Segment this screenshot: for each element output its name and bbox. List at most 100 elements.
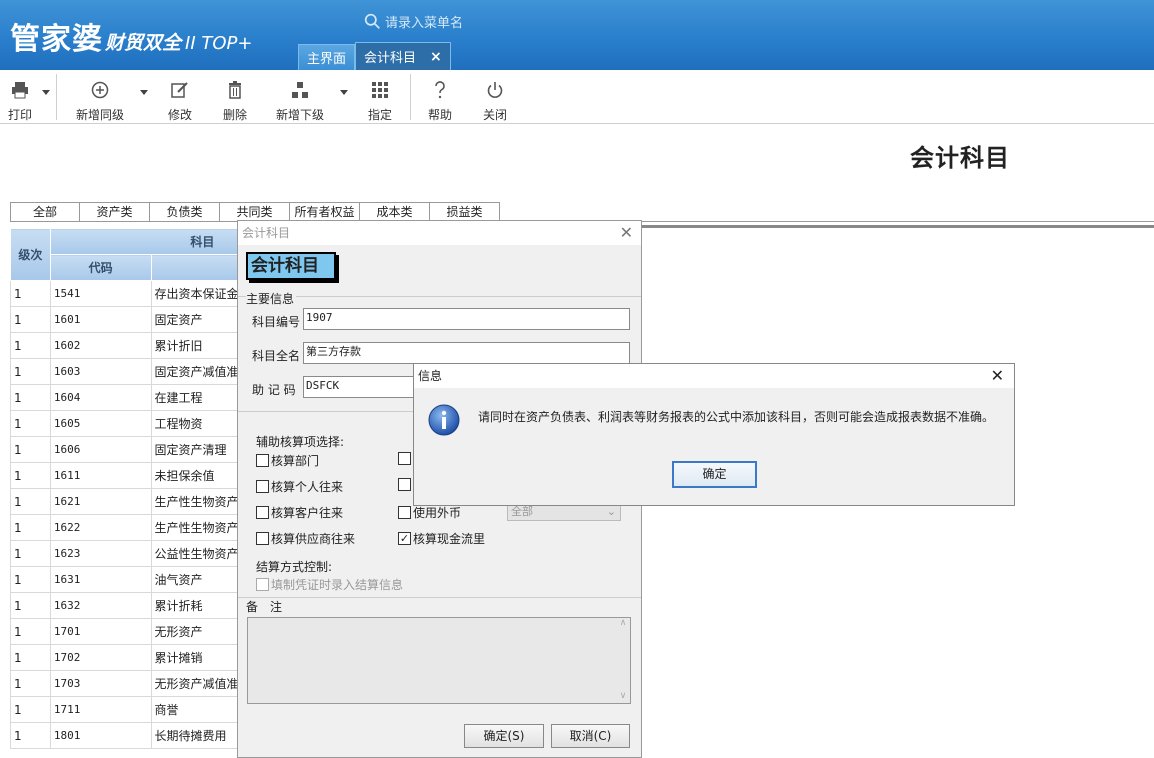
checkbox-box[interactable]: [398, 452, 411, 465]
print-dropdown-icon[interactable]: [42, 90, 50, 95]
checkbox-box[interactable]: [256, 454, 269, 467]
add-child-button[interactable]: 新增下级: [274, 78, 326, 123]
close-icon[interactable]: ✕: [620, 221, 633, 245]
dept-checkbox[interactable]: 核算部门: [256, 452, 319, 469]
message-ok-button[interactable]: 确定: [672, 461, 757, 488]
customer-checkbox[interactable]: 核算客户往来: [256, 504, 343, 521]
checkbox-box[interactable]: [256, 506, 269, 519]
cell-code: 1622: [49, 514, 152, 541]
tab-profit-loss[interactable]: 损益类: [430, 202, 500, 222]
cell-level: 1: [10, 644, 51, 671]
cell-level: 1: [10, 618, 51, 645]
cell-level: 1: [10, 436, 51, 463]
divider: [238, 296, 641, 297]
checkbox-box[interactable]: [256, 480, 269, 493]
cashflow-checkbox[interactable]: ✓ 核算现金流里: [398, 530, 485, 547]
hidden-checkbox[interactable]: [398, 478, 411, 491]
assign-label: 指定: [367, 108, 392, 122]
cell-level: 1: [10, 332, 51, 359]
cell-level: 1: [10, 410, 51, 437]
dept-checkbox-label: 核算部门: [271, 454, 320, 468]
memo-textarea[interactable]: ∧ ∨: [247, 617, 631, 704]
settlement-checkbox: 填制凭证时录入结算信息: [256, 576, 403, 593]
cell-code: 1711: [49, 696, 152, 723]
foreign-currency-checkbox[interactable]: 使用外币: [398, 504, 461, 521]
checkbox-box[interactable]: [398, 506, 411, 519]
delete-button[interactable]: 删除: [221, 78, 249, 123]
cashflow-checkbox-label: 核算现金流里: [413, 532, 486, 546]
currency-select-value: 全部: [511, 505, 533, 518]
toolbar-divider: [410, 74, 411, 120]
divider: [238, 597, 641, 598]
account-name-input[interactable]: 第三方存款: [303, 342, 630, 364]
tab-accounts[interactable]: 会计科目 ×: [355, 42, 451, 70]
checkbox-box[interactable]: [398, 478, 411, 491]
tab-cost[interactable]: 成本类: [360, 202, 430, 222]
trash-icon: [229, 81, 241, 99]
scrollbar[interactable]: ∧ ∨: [616, 618, 630, 703]
tab-equity[interactable]: 所有者权益: [290, 202, 360, 222]
dialog-titlebar: 会计科目 ✕: [238, 221, 641, 245]
dialog-banner: 会计科目: [246, 252, 336, 280]
edit-label: 修改: [167, 108, 192, 122]
message-text: 请同时在资产负债表、利润表等财务报表的公式中添加该科目，否则可能会造成报表数据不…: [478, 410, 995, 424]
tab-home[interactable]: 主界面: [298, 44, 356, 70]
cell-code: 1623: [49, 540, 152, 567]
page-title: 会计科目: [910, 143, 1010, 172]
supplier-checkbox-label: 核算供应商往来: [271, 532, 356, 546]
plus-circle-icon: [91, 81, 109, 99]
column-header-level[interactable]: 级次: [10, 228, 51, 281]
menu-search-placeholder: 请录入菜单名: [385, 16, 464, 31]
close-button[interactable]: 关闭: [481, 78, 509, 123]
checkbox-box[interactable]: [256, 532, 269, 545]
cell-code: 1541: [49, 280, 152, 307]
checkbox-box: [256, 578, 269, 591]
delete-label: 删除: [222, 108, 247, 122]
edit-button[interactable]: 修改: [166, 78, 194, 123]
scroll-down-icon[interactable]: ∨: [616, 691, 630, 701]
add-child-dropdown-icon[interactable]: [340, 90, 348, 95]
print-label: 打印: [7, 108, 32, 122]
dialog-cancel-button[interactable]: 取消(C): [551, 724, 630, 748]
column-header-code[interactable]: 代码: [49, 254, 152, 281]
cell-code: 1603: [49, 358, 152, 385]
cell-code: 1701: [49, 618, 152, 645]
cell-code: 1611: [49, 462, 152, 489]
question-icon: [435, 81, 445, 99]
account-code-input[interactable]: 1907: [303, 308, 630, 330]
add-same-level-button[interactable]: 新增同级: [74, 78, 126, 123]
logo-main-text: 管家婆: [10, 22, 103, 57]
cell-code: 1631: [49, 566, 152, 593]
cell-code: 1702: [49, 644, 152, 671]
tab-liabilities[interactable]: 负债类: [150, 202, 220, 222]
close-icon[interactable]: ×: [430, 49, 442, 65]
checkbox-box[interactable]: ✓: [398, 532, 411, 545]
settlement-checkbox-label: 填制凭证时录入结算信息: [271, 578, 404, 592]
tab-all[interactable]: 全部: [10, 202, 80, 222]
print-button[interactable]: 打印: [6, 78, 34, 123]
tab-common[interactable]: 共同类: [220, 202, 290, 222]
menu-search[interactable]: 请录入菜单名: [364, 12, 463, 31]
cell-level: 1: [10, 722, 51, 749]
settlement-label: 结算方式控制:: [256, 560, 333, 574]
hidden-checkbox[interactable]: [398, 452, 411, 465]
account-name-label: 科目全名: [252, 349, 301, 363]
dialog-ok-button[interactable]: 确定(S): [464, 724, 544, 748]
tab-assets[interactable]: 资产类: [80, 202, 150, 222]
main-info-label: 主要信息: [246, 290, 297, 307]
person-checkbox[interactable]: 核算个人往来: [256, 478, 343, 495]
category-tabs: 全部 资产类 负债类 共同类 所有者权益 成本类 损益类: [10, 202, 500, 222]
scroll-up-icon[interactable]: ∧: [616, 618, 630, 628]
help-button[interactable]: 帮助: [426, 78, 454, 123]
app-logo: 管家婆 财贸双全 II TOP+: [10, 14, 252, 58]
foreign-currency-label: 使用外币: [413, 506, 462, 520]
supplier-checkbox[interactable]: 核算供应商往来: [256, 530, 355, 547]
assign-button[interactable]: 指定: [366, 78, 394, 123]
grid-icon: [372, 82, 388, 98]
hierarchy-icon: [292, 82, 308, 98]
top-tab-bar: 主界面 会计科目 ×: [298, 42, 451, 70]
add-same-dropdown-icon[interactable]: [140, 90, 148, 95]
cell-level: 1: [10, 384, 51, 411]
close-icon[interactable]: ✕: [991, 364, 1004, 388]
cell-code: 1632: [49, 592, 152, 619]
